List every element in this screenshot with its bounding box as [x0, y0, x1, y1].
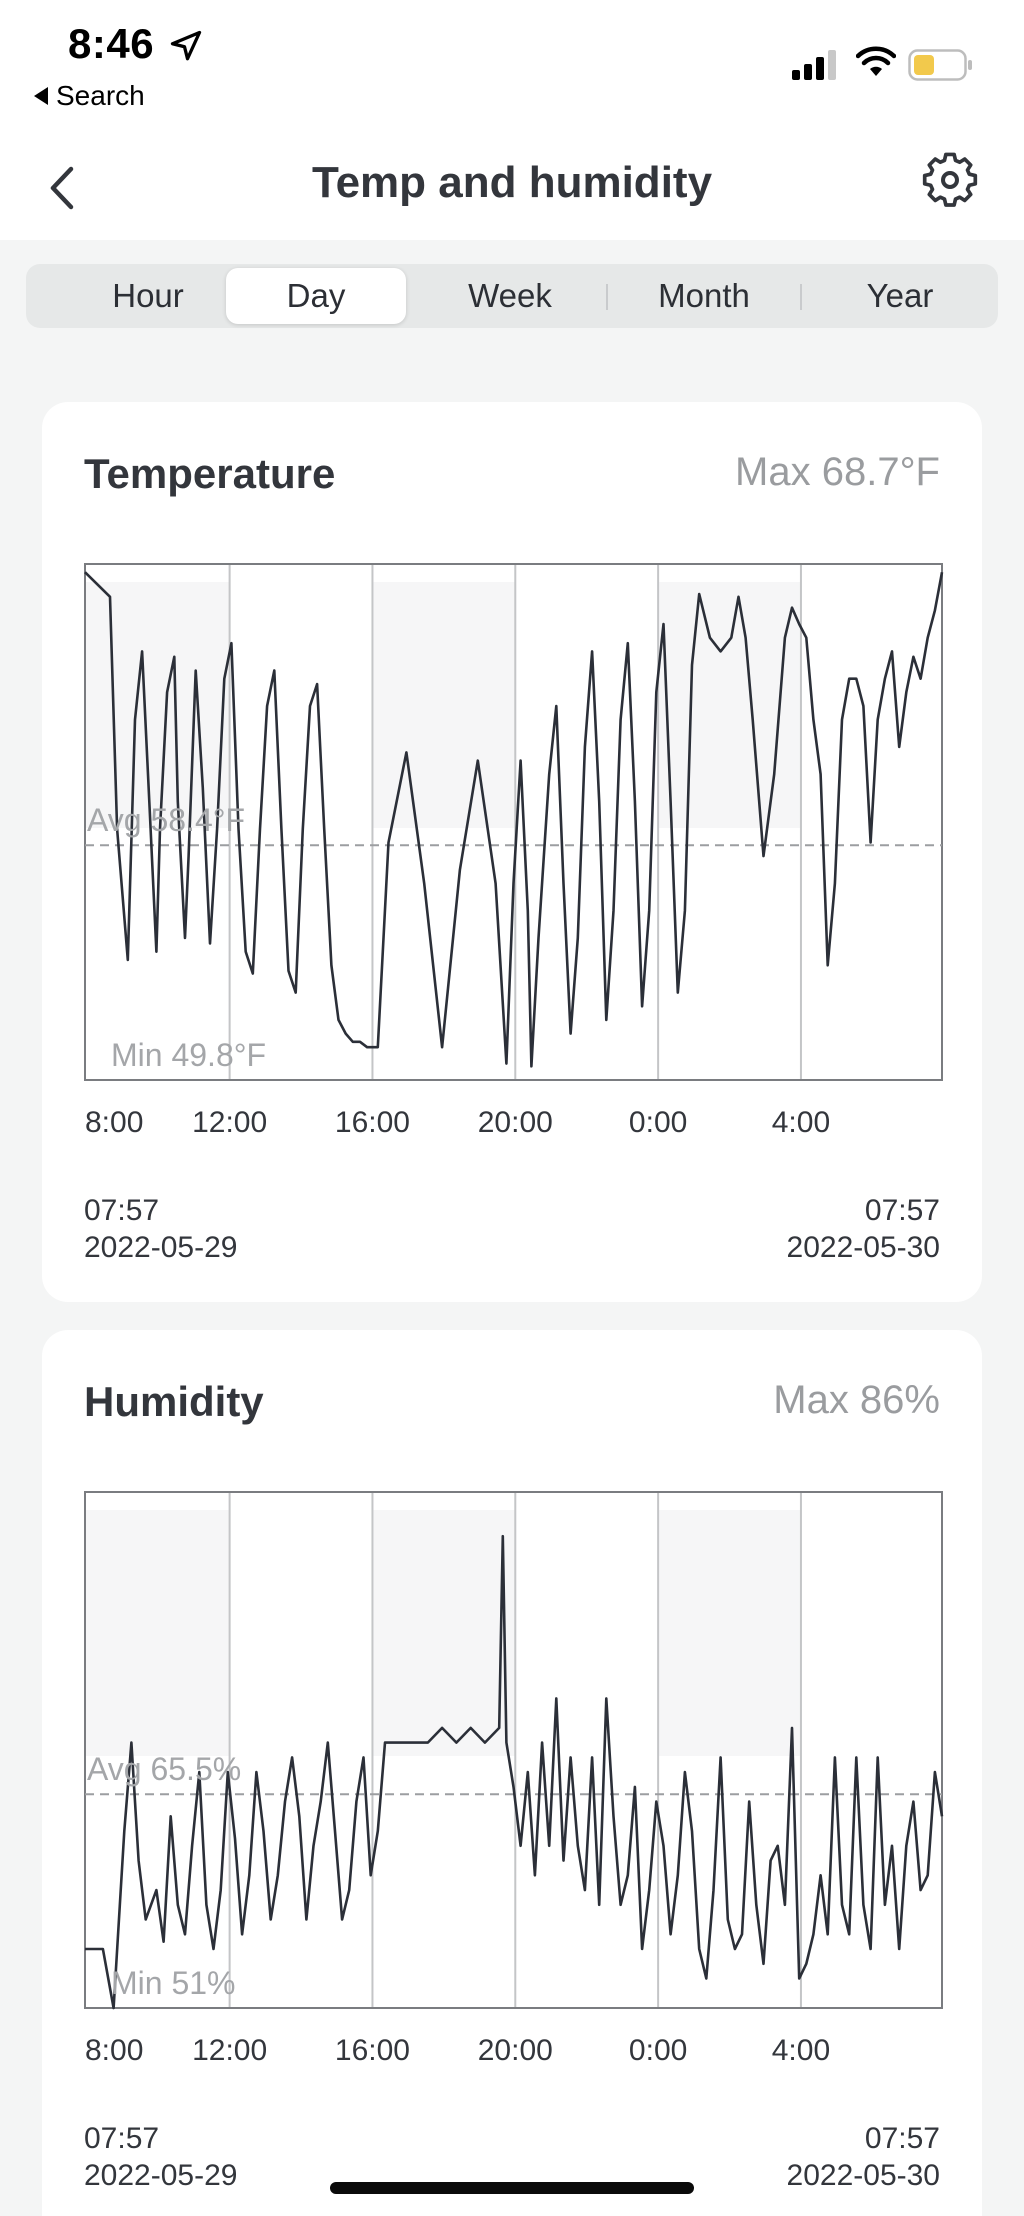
min-label: Min 51% — [111, 1965, 236, 2001]
x-tick-label: 0:00 — [629, 2034, 687, 2067]
humidity-end: 07:57 2022-05-30 — [787, 2120, 940, 2194]
x-tick-label: 12:00 — [192, 2034, 267, 2067]
time-range-tabs: Hour Day Week Month Year — [26, 264, 998, 328]
x-tick-label: 8:00 — [85, 1106, 143, 1139]
temperature-chart: Avg 58.4°F Min 49.8°F 8:00 12:00 16:00 20:00 0… — [84, 563, 944, 1139]
x-tick-label: 20:00 — [478, 1106, 553, 1139]
chart-band — [658, 1510, 801, 1756]
status-bar: 8:46 Search — [0, 0, 1024, 136]
x-tick-label: 0:00 — [629, 1106, 687, 1139]
x-tick-label: 16:00 — [335, 1106, 410, 1139]
home-indicator — [330, 2182, 694, 2194]
temperature-end-date: 2022-05-30 — [786, 1231, 940, 1264]
x-tick-label: 16:00 — [335, 2034, 410, 2067]
average-label: Avg 65.5% — [87, 1751, 241, 1787]
chart-band — [85, 1510, 230, 1756]
tab-divider — [606, 284, 608, 310]
x-tick-label: 4:00 — [772, 2034, 830, 2067]
status-time: 8:46 — [68, 20, 155, 67]
temperature-start: 07:57 2022-05-29 — [84, 1192, 237, 1266]
tab-day[interactable]: Day — [226, 268, 406, 324]
back-to-app-label: Search — [56, 80, 145, 111]
min-label: Min 49.8°F — [111, 1037, 266, 1073]
battery-icon — [908, 49, 972, 81]
average-label: Avg 58.4°F — [87, 802, 245, 838]
chart-band — [85, 582, 230, 828]
settings-gear-icon[interactable] — [920, 150, 980, 210]
x-tick-label: 8:00 — [85, 2034, 143, 2067]
humidity-end-time: 07:57 — [864, 2122, 940, 2155]
back-triangle-icon — [34, 87, 48, 105]
tab-divider — [800, 284, 802, 310]
humidity-start: 07:57 2022-05-29 — [84, 2120, 237, 2194]
temperature-end: 07:57 2022-05-30 — [787, 1192, 940, 1266]
humidity-start-time: 07:57 — [84, 2122, 160, 2155]
location-arrow-icon — [170, 30, 202, 61]
temperature-start-date: 2022-05-29 — [84, 1231, 238, 1264]
humidity-chart: Avg 65.5% Min 51% 8:00 12:00 16:00 20:00 0:00 4… — [84, 1491, 944, 2067]
humidity-end-date: 2022-05-30 — [786, 2159, 940, 2192]
wifi-icon — [856, 46, 896, 76]
tab-year[interactable]: Year — [810, 268, 990, 324]
x-tick-label: 12:00 — [192, 1106, 267, 1139]
nav-bar: Temp and humidity — [0, 136, 1024, 240]
chart-band — [372, 582, 516, 828]
humidity-start-date: 2022-05-29 — [84, 2159, 238, 2192]
chart-band — [372, 1510, 516, 1756]
page-title: Temp and humidity — [311, 158, 713, 207]
back-to-app-link[interactable]: Search — [34, 80, 145, 112]
temperature-end-time: 07:57 — [864, 1194, 940, 1227]
tab-hour[interactable]: Hour — [58, 268, 238, 324]
cellular-signal-icon — [792, 50, 836, 80]
temperature-start-time: 07:57 — [84, 1194, 160, 1227]
temperature-card: Temperature Max 68.7°F Avg 58.4°F Min 49.… — [42, 402, 982, 1302]
humidity-card: Humidity Max 86% Avg 65.5% Min 51% 8:00 12:… — [42, 1330, 982, 2216]
tab-week[interactable]: Week — [420, 268, 600, 324]
x-tick-label: 4:00 — [772, 1106, 830, 1139]
x-tick-label: 20:00 — [478, 2034, 553, 2067]
tab-month[interactable]: Month — [614, 268, 794, 324]
